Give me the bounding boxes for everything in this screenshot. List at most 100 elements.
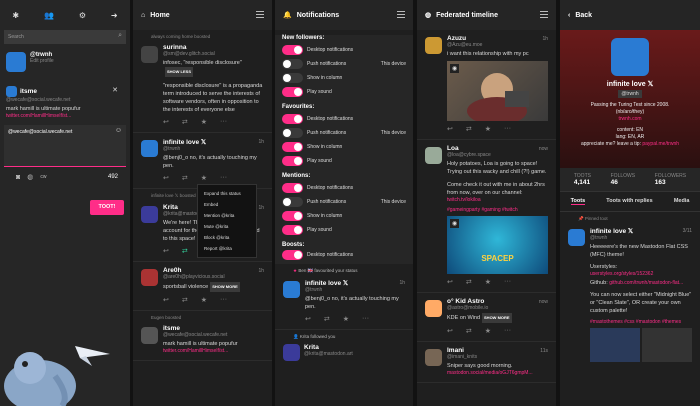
media-attachment[interactable] [590,328,692,362]
status-link[interactable]: userstyles.org/styles/152362 [590,271,692,277]
tab-media[interactable]: Media [674,198,690,205]
more-icon[interactable]: ··· [220,118,227,126]
menu-item-report[interactable]: Report @krita [198,243,256,254]
reply-icon[interactable]: ↩ [163,247,169,255]
gear-icon[interactable]: ⚙ [79,11,86,20]
more-icon[interactable]: ··· [220,174,227,182]
show-less-button[interactable]: SHOW LESS [165,67,194,77]
toggle-switch[interactable] [282,45,303,55]
toggle-row[interactable]: Play sound [282,154,406,168]
toggle-row[interactable]: Desktop notifications [282,250,406,264]
favourite-icon[interactable]: ★ [201,174,207,182]
menu-item-embed[interactable]: Embed [198,199,256,210]
toot-button[interactable]: TOOT! [90,200,124,215]
toggle-row[interactable]: Show in column [282,209,406,223]
more-icon[interactable]: ··· [362,315,369,323]
toggle-switch[interactable] [282,225,303,235]
stat-toots[interactable]: TOOTS 4,141 [574,173,591,186]
back-button[interactable]: Back [575,12,592,19]
toggle-switch[interactable] [282,142,303,152]
reply-icon[interactable]: ↩ [163,296,169,304]
status-item[interactable]: Are0h @are0h@playvicious.social 1h sport… [133,262,272,311]
boost-icon[interactable]: ⇄ [466,327,472,335]
home-header[interactable]: ⌂ Home [133,0,272,30]
more-icon[interactable]: ··· [220,296,227,304]
reply-icon[interactable]: ↩ [447,278,453,286]
reply-icon[interactable]: ↩ [447,125,453,133]
status-item[interactable]: o° Kid Astro @astro@mobile.io now KDE on… [417,293,556,342]
toggle-row[interactable]: Desktop notifications [282,43,406,57]
avatar[interactable] [6,52,26,72]
toggle-switch[interactable] [282,250,303,260]
favourite-icon[interactable]: ★ [201,118,207,126]
toggle-switch[interactable] [282,87,303,97]
show-more-button[interactable]: SHOW MORE [482,313,512,323]
camera-icon[interactable]: ◙ [16,174,20,181]
tab-toots-with-replies[interactable]: Toots with replies [606,198,652,205]
toggle-switch[interactable] [282,197,303,207]
close-icon[interactable]: ✕ [112,86,118,94]
more-icon[interactable]: ··· [504,125,511,133]
stat-follows[interactable]: FOLLOWS 46 [611,173,635,186]
status-link[interactable]: github.com/trwnh/mastodon-flat... [609,280,683,286]
toggle-switch[interactable] [282,59,303,69]
menu-item-expand[interactable]: Expand this status [198,188,256,199]
reply-icon[interactable]: ↩ [163,174,169,182]
follow-account[interactable]: Krita @krita@mastodon.art [275,340,413,365]
cw-toggle[interactable]: cw [40,174,46,180]
hide-media-icon[interactable]: ◉ [450,64,460,73]
status-item[interactable]: itsme @wecafe@social.wecafe.net mark ham… [133,320,272,361]
compose-textarea[interactable]: @wecafe@social.wecafe.net ☺ [4,125,126,167]
favourite-icon[interactable]: ★ [485,125,491,133]
status-link[interactable]: twitter.com/HamillHimself/st... [163,348,264,354]
boost-icon[interactable]: ⇄ [182,247,188,255]
status-item[interactable]: infinite love 𝕏 @trwnh 1h @benj0_o no, i… [133,133,272,189]
menu-item-mention[interactable]: Mention @krita [198,210,256,221]
favourite-icon[interactable]: ★ [201,296,207,304]
edit-profile-link[interactable]: Edit profile [30,58,54,64]
favourite-icon[interactable]: ★ [343,315,349,323]
toggle-row[interactable]: Push notifications This device [282,195,406,209]
toggle-row[interactable]: Push notifications This device [282,126,406,140]
boost-icon[interactable]: ⇄ [324,315,330,323]
notification-favourite[interactable]: ★ Ben 🇬🇧 favourited your status [275,264,413,274]
reply-icon[interactable]: ↩ [163,118,169,126]
status-link[interactable]: mastodon.social/media/oGJT6gmpM... [447,370,548,376]
media-attachment[interactable]: SPACEP ◉ [447,216,548,274]
hashtags[interactable]: #gameingparty #gaming #twitch [447,207,548,213]
toggle-row[interactable]: Show in column [282,71,406,85]
toggle-switch[interactable] [282,73,303,83]
notifications-header[interactable]: 🔔 Notifications [275,0,413,30]
hashtags[interactable]: #mastothemes #css #mastodon #themes [590,319,692,325]
menu-item-block[interactable]: Block @krita [198,232,256,243]
toggle-switch[interactable] [282,156,303,166]
more-icon[interactable]: ··· [504,278,511,286]
toggle-switch[interactable] [282,183,303,193]
favourite-icon[interactable]: ★ [485,278,491,286]
search-input[interactable]: Search ⌕ [4,30,126,44]
hide-media-icon[interactable]: ◉ [450,219,460,228]
federated-header[interactable]: ◍ Federated timeline [417,0,556,30]
status-item[interactable]: surinna @sm@dev.glitch.social infosec, "… [133,39,272,133]
globe-icon[interactable]: ◍ [27,173,33,181]
tab-toots[interactable]: Toots [570,198,586,205]
reply-icon[interactable]: ↩ [305,315,311,323]
boost-icon[interactable]: ⇄ [182,296,188,304]
menu-icon[interactable]: ✱ [12,11,19,20]
emoji-icon[interactable]: ☺ [115,127,122,134]
toggle-switch[interactable] [282,128,303,138]
people-icon[interactable]: 👥 [44,11,54,20]
toggle-row[interactable]: Show in column [282,140,406,154]
boost-icon[interactable]: ⇄ [466,278,472,286]
toggle-row[interactable]: Desktop notifications [282,181,406,195]
boost-icon[interactable]: ⇄ [182,118,188,126]
toggle-switch[interactable] [282,211,303,221]
boost-icon[interactable]: ⇄ [466,125,472,133]
status-item[interactable]: infinite love 𝕏 @trwnh 1h @benj0_o no, i… [275,274,413,330]
toggle-row[interactable]: Play sound [282,85,406,99]
status-item[interactable]: Imani @imani_knits 11s Sniper says good … [417,342,556,383]
logout-icon[interactable]: ➜ [111,11,118,20]
back-header[interactable]: ‹ Back [560,0,700,30]
toggle-row[interactable]: Push notifications This device [282,57,406,71]
toggle-switch[interactable] [282,114,303,124]
